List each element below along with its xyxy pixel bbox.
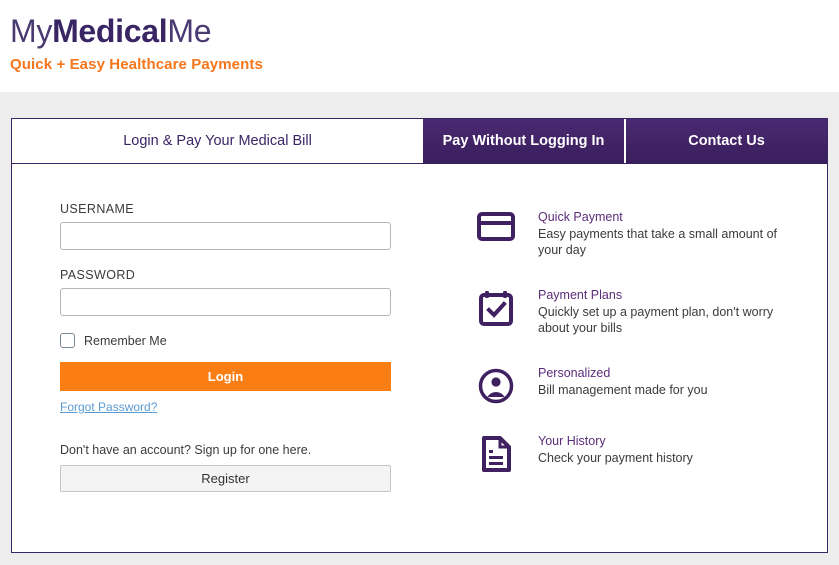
tab-pay-without-logging-in[interactable]: Pay Without Logging In — [423, 119, 624, 163]
feature-personalized: Personalized Bill management made for yo… — [476, 366, 817, 404]
feature-title: Personalized — [538, 366, 611, 380]
user-circle-icon — [476, 366, 516, 404]
login-button[interactable]: Login — [60, 362, 391, 391]
tab-bar: Login & Pay Your Medical Bill Pay Withou… — [12, 119, 827, 164]
card-body: USERNAME PASSWORD Remember Me Login Forg… — [12, 164, 827, 503]
feature-text: Payment Plans Quickly set up a payment p… — [538, 288, 800, 336]
feature-title: Your History — [538, 434, 606, 448]
logo-text-my: My — [10, 13, 53, 49]
page-header: MyMedicalMe Quick + Easy Healthcare Paym… — [0, 0, 839, 92]
credit-card-icon — [476, 210, 516, 241]
feature-text: Quick Payment Easy payments that take a … — [538, 210, 800, 258]
feature-your-history: Your History Check your payment history — [476, 434, 817, 473]
feature-text: Your History Check your payment history — [538, 434, 693, 466]
password-label: PASSWORD — [60, 268, 136, 282]
main-card: Login & Pay Your Medical Bill Pay Withou… — [11, 118, 828, 553]
feature-quick-payment: Quick Payment Easy payments that take a … — [476, 210, 817, 258]
brand-tagline: Quick + Easy Healthcare Payments — [10, 56, 263, 73]
remember-me-row[interactable]: Remember Me — [60, 333, 442, 348]
remember-me-label: Remember Me — [84, 333, 167, 348]
register-button[interactable]: Register — [60, 465, 391, 492]
logo-text-medical: Medical — [52, 13, 168, 49]
login-form: USERNAME PASSWORD Remember Me Login Forg… — [12, 164, 442, 503]
signup-prompt-text: Don't have an account? Sign up for one h… — [60, 443, 312, 457]
document-icon — [476, 434, 516, 473]
calendar-check-icon — [476, 288, 516, 326]
feature-description: Easy payments that take a small amount o… — [538, 227, 778, 257]
brand-logo[interactable]: MyMedicalMe — [10, 12, 839, 50]
forgot-password-link[interactable]: Forgot Password? — [60, 400, 157, 414]
tab-contact-us[interactable]: Contact Us — [626, 119, 827, 163]
feature-text: Personalized Bill management made for yo… — [538, 366, 708, 398]
logo-text-me: Me — [167, 13, 212, 49]
feature-title: Payment Plans — [538, 288, 623, 302]
username-input[interactable] — [60, 222, 391, 250]
feature-description: Check your payment history — [538, 451, 693, 465]
feature-description: Bill management made for you — [538, 383, 708, 397]
password-input[interactable] — [60, 288, 391, 316]
remember-me-checkbox[interactable] — [60, 333, 75, 348]
username-label: USERNAME — [60, 202, 135, 216]
feature-payment-plans: Payment Plans Quickly set up a payment p… — [476, 288, 817, 336]
feature-list: Quick Payment Easy payments that take a … — [442, 164, 827, 503]
feature-title: Quick Payment — [538, 210, 623, 224]
feature-description: Quickly set up a payment plan, don't wor… — [538, 305, 774, 335]
tab-login-pay-medical-bill[interactable]: Login & Pay Your Medical Bill — [12, 119, 423, 163]
